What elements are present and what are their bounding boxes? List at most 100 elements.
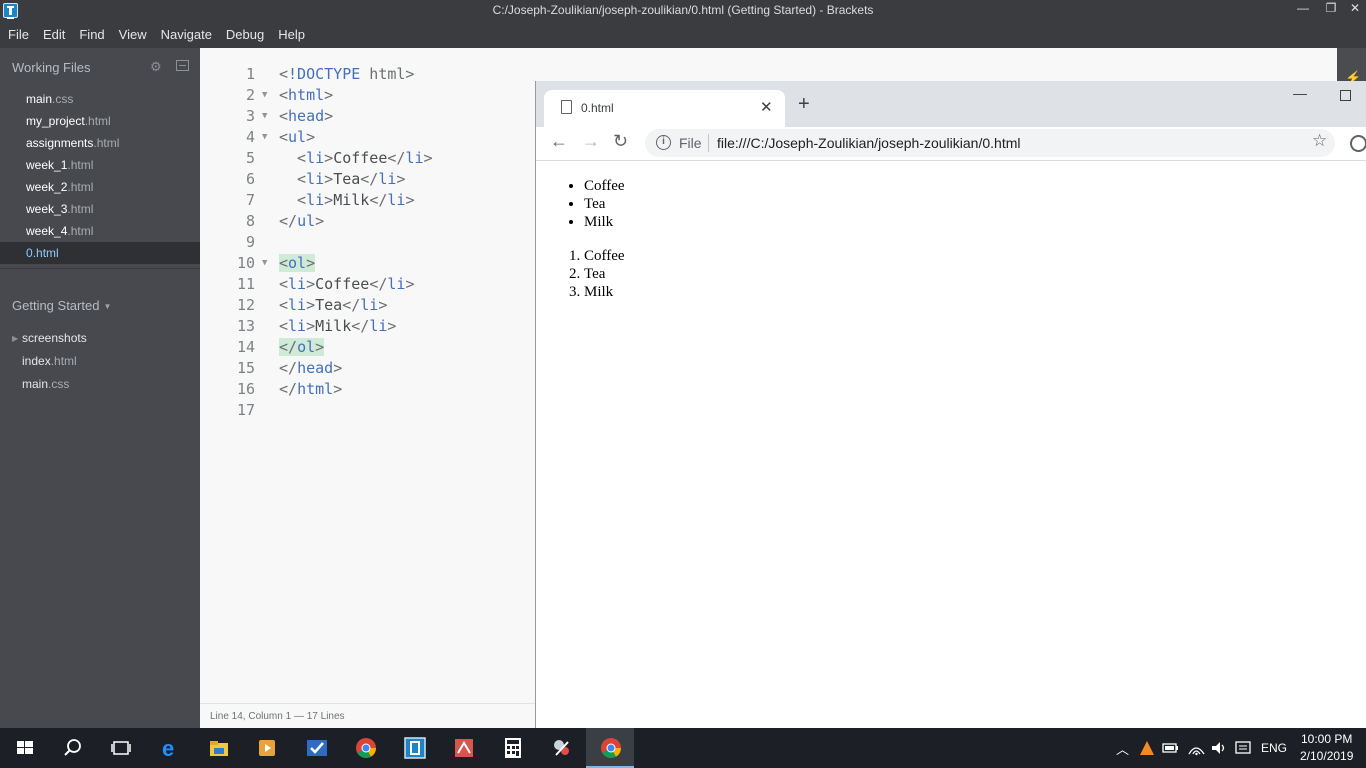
- snipping-tool-taskbar-item[interactable]: [537, 728, 585, 768]
- url-text[interactable]: file:///C:/Joseph-Zoulikian/joseph-zouli…: [717, 135, 1020, 151]
- fold-triangle-icon[interactable]: ▼: [262, 85, 267, 106]
- checkmark-icon: [307, 740, 327, 756]
- working-file-item[interactable]: assignments.html: [0, 132, 200, 154]
- menu-file[interactable]: File: [1, 27, 36, 42]
- language-indicator[interactable]: ENG: [1261, 741, 1287, 755]
- chrome-active-taskbar-item[interactable]: [586, 728, 634, 768]
- chrome-minimize-button[interactable]: —: [1293, 85, 1307, 101]
- code-line[interactable]: 8 </ul>: [200, 211, 540, 232]
- close-button[interactable]: ✕: [1344, 0, 1366, 21]
- gear-icon[interactable]: ⚙: [150, 59, 164, 74]
- line-number: 17: [236, 401, 255, 419]
- fold-triangle-icon[interactable]: ▼: [262, 127, 267, 148]
- code-line[interactable]: 4 ▼ <ul>: [200, 127, 540, 148]
- project-file-item[interactable]: main.css: [0, 373, 200, 396]
- new-tab-button[interactable]: +: [798, 94, 810, 114]
- code-line[interactable]: 12 <li>Tea</li>: [200, 295, 540, 316]
- folder-item[interactable]: ▶ screenshots: [0, 327, 200, 350]
- cursor-position: Line 14, Column 1: [210, 711, 292, 722]
- split-view-icon[interactable]: [176, 60, 189, 71]
- working-file-item-selected[interactable]: 0.html: [0, 242, 200, 264]
- code-line[interactable]: 1 <!DOCTYPE html>: [200, 64, 540, 85]
- pdf-taskbar-item[interactable]: [439, 728, 487, 768]
- working-file-item[interactable]: week_2.html: [0, 176, 200, 198]
- project-file-item[interactable]: index.html: [0, 350, 200, 373]
- menu-help[interactable]: Help: [271, 27, 312, 42]
- fold-triangle-icon[interactable]: ▼: [262, 106, 267, 127]
- video-app-taskbar-item[interactable]: [242, 728, 290, 768]
- code-text: <ol>: [279, 254, 316, 272]
- search-button[interactable]: [48, 728, 96, 768]
- windows-start-button[interactable]: [0, 728, 48, 768]
- brackets-taskbar-item[interactable]: [390, 728, 438, 768]
- code-line[interactable]: 6 <li>Tea</li>: [200, 169, 540, 190]
- line-number: 1: [245, 65, 255, 83]
- list-item: Tea: [584, 265, 625, 283]
- pdf-icon: [455, 739, 473, 757]
- code-line[interactable]: 14 </ol>: [200, 337, 540, 358]
- working-file-item[interactable]: week_1.html: [0, 154, 200, 176]
- code-line[interactable]: 17: [200, 400, 540, 421]
- menu-debug[interactable]: Debug: [219, 27, 271, 42]
- profile-icon[interactable]: [1350, 135, 1366, 152]
- task-view-button[interactable]: [96, 728, 144, 768]
- tray-chevron-up-icon[interactable]: ︿: [1116, 739, 1129, 758]
- edge-taskbar-item[interactable]: e: [146, 728, 194, 768]
- code-line[interactable]: 5 <li>Coffee</li>: [200, 148, 540, 169]
- clock-time[interactable]: 10:00 PM: [1301, 732, 1352, 746]
- notification-icon[interactable]: [1235, 740, 1251, 756]
- forward-arrow-icon[interactable]: →: [582, 131, 600, 152]
- restore-button[interactable]: ❐: [1316, 0, 1346, 21]
- scheme-label: File: [679, 135, 702, 151]
- calculator-taskbar-item[interactable]: [488, 728, 536, 768]
- volume-icon[interactable]: [1211, 740, 1228, 756]
- list-item: Coffee: [584, 247, 625, 265]
- todo-taskbar-item[interactable]: [292, 728, 340, 768]
- menu-edit[interactable]: Edit: [36, 27, 72, 42]
- bookmark-star-icon[interactable]: ☆: [1312, 131, 1327, 151]
- working-file-item[interactable]: my_project.html: [0, 110, 200, 132]
- code-line[interactable]: 16 </html>: [200, 379, 540, 400]
- menu-view[interactable]: View: [112, 27, 154, 42]
- reload-icon[interactable]: ↻: [613, 131, 628, 152]
- tab-active[interactable]: 0.html ✕: [544, 90, 785, 127]
- code-line[interactable]: 10 ▼ <ol>: [200, 253, 540, 274]
- line-number: 16: [236, 380, 255, 398]
- line-number: 7: [245, 191, 255, 209]
- chevron-right-icon: ▶: [12, 334, 19, 343]
- tray-app-icon[interactable]: [1139, 740, 1155, 756]
- working-file-item[interactable]: week_4.html: [0, 220, 200, 242]
- fold-triangle-icon[interactable]: ▼: [262, 253, 267, 274]
- chrome-maximize-button[interactable]: [1340, 90, 1351, 101]
- clock-date[interactable]: 2/10/2019: [1300, 749, 1353, 763]
- calculator-icon: [505, 738, 521, 758]
- code-line[interactable]: 2 ▼ <html>: [200, 85, 540, 106]
- project-name: Getting Started: [12, 298, 100, 313]
- code-line[interactable]: 9: [200, 232, 540, 253]
- minimize-button[interactable]: —: [1288, 0, 1318, 21]
- wifi-icon[interactable]: [1188, 740, 1205, 756]
- code-line[interactable]: 13 <li>Milk</li>: [200, 316, 540, 337]
- code-line[interactable]: 3 ▼ <head>: [200, 106, 540, 127]
- file-explorer-taskbar-item[interactable]: [194, 728, 242, 768]
- battery-icon[interactable]: [1162, 741, 1179, 755]
- back-arrow-icon[interactable]: ←: [550, 131, 568, 152]
- address-bar[interactable]: i File file:///C:/Joseph-Zoulikian/josep…: [645, 129, 1335, 157]
- menu-navigate[interactable]: Navigate: [154, 27, 219, 42]
- line-number: 10: [236, 254, 255, 272]
- working-file-item[interactable]: week_3.html: [0, 198, 200, 220]
- chrome-taskbar-item[interactable]: [341, 728, 389, 768]
- close-tab-icon[interactable]: ✕: [760, 98, 773, 116]
- code-text: <head>: [279, 107, 334, 125]
- line-number: 11: [236, 275, 255, 293]
- menu-find[interactable]: Find: [72, 27, 111, 42]
- code-line[interactable]: 11 <li>Coffee</li>: [200, 274, 540, 295]
- code-line[interactable]: 7 <li>Milk</li>: [200, 190, 540, 211]
- line-number: 3: [245, 107, 255, 125]
- info-icon[interactable]: i: [656, 135, 671, 150]
- list-item: Milk: [584, 213, 625, 231]
- task-view-icon: [111, 741, 131, 755]
- working-file-item[interactable]: main.css: [0, 88, 200, 110]
- project-header[interactable]: Getting Started ▼: [12, 298, 111, 313]
- code-line[interactable]: 15 </head>: [200, 358, 540, 379]
